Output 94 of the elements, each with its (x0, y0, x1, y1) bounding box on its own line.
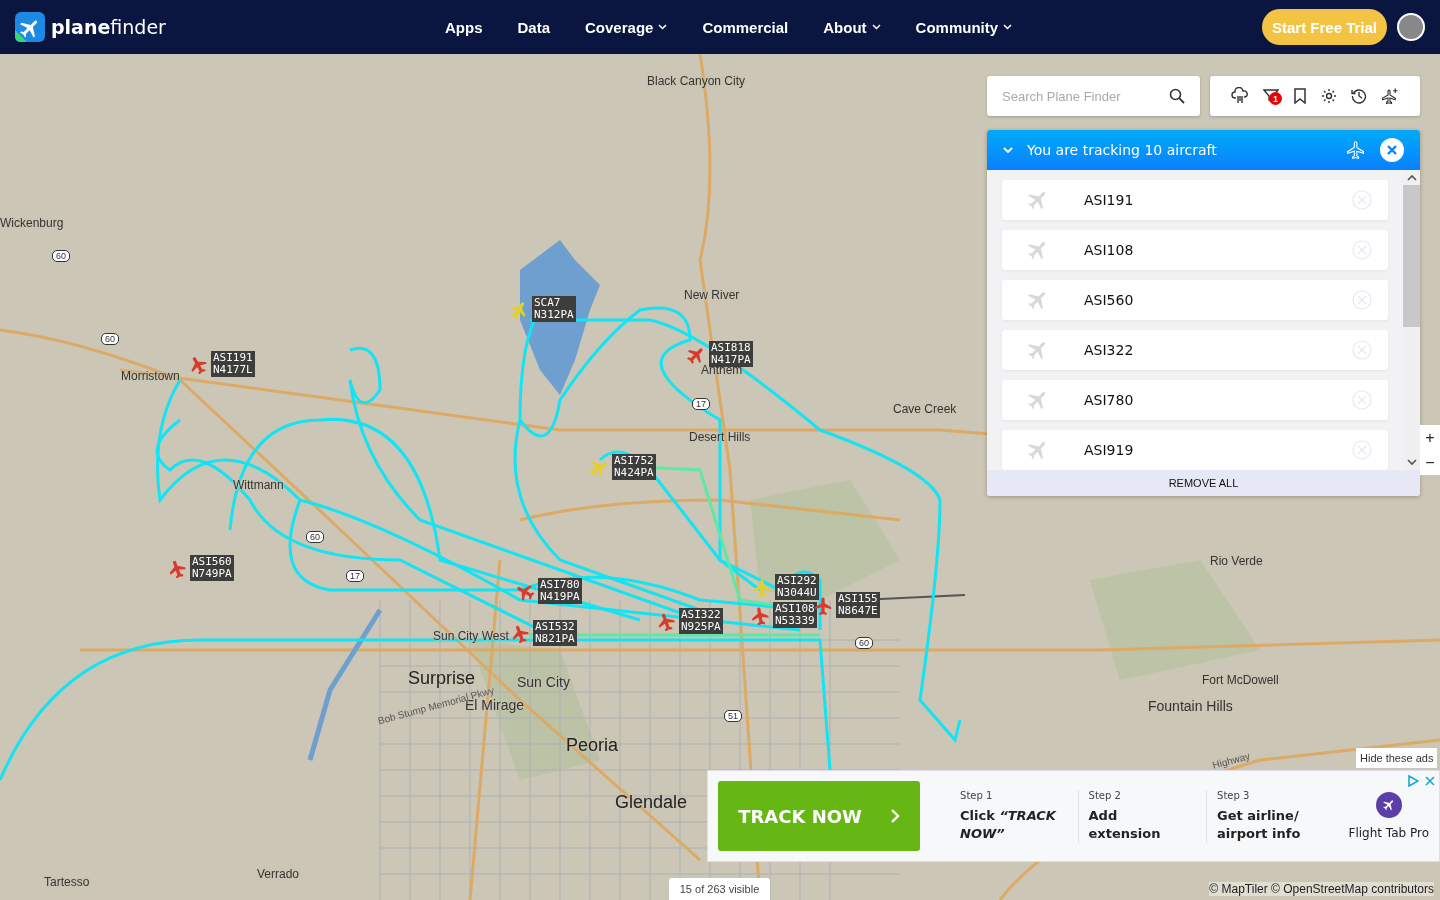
aircraft-callsign: ASI108 (1084, 242, 1135, 258)
close-icon[interactable] (1425, 776, 1435, 786)
aircraft-label[interactable]: ASI155 N8647E (836, 592, 880, 618)
place-label: Verrado (257, 867, 300, 881)
scrollbar[interactable] (1403, 170, 1420, 470)
airplane-plus-icon[interactable] (1381, 87, 1399, 105)
ad-choices-icon[interactable] (1407, 775, 1419, 787)
place-label: Cave Creek (893, 402, 957, 416)
aircraft-label[interactable]: ASI752 N424PA (612, 454, 656, 480)
route-shield: 60 (101, 333, 119, 345)
tracked-aircraft-row[interactable]: ASI919 (1002, 430, 1388, 470)
airplane-icon[interactable] (814, 597, 832, 615)
step-label: Step 2 (1088, 789, 1122, 801)
search-icon[interactable] (1169, 88, 1185, 104)
settings-icon[interactable] (1321, 88, 1337, 104)
place-label: Morristown (121, 369, 180, 383)
avatar-icon[interactable] (1397, 13, 1425, 41)
step-label: Step 3 (1217, 789, 1251, 801)
step-label: Step 1 (960, 789, 994, 801)
tracked-aircraft-row[interactable]: ASI780 (1002, 380, 1388, 420)
route-shield: 60 (306, 531, 324, 543)
close-button[interactable] (1380, 138, 1404, 162)
route-shield: 17 (346, 570, 364, 582)
airplane-icon[interactable] (511, 625, 529, 643)
place-label: Wickenburg (0, 216, 64, 230)
place-label: Fort McDowell (1202, 673, 1279, 687)
chevron-down-icon[interactable] (1406, 459, 1417, 466)
bookmark-icon[interactable] (1293, 88, 1307, 104)
airplane-icon[interactable] (657, 613, 675, 631)
place-label: Peoria (566, 735, 619, 756)
map-attribution: © MapTiler © OpenStreetMap contributors (1209, 882, 1434, 896)
aircraft-label[interactable]: ASI560 N749PA (190, 555, 234, 581)
chevron-down-icon (1003, 24, 1013, 30)
aircraft-label[interactable]: ASI108 N53339 (773, 602, 817, 628)
tracked-aircraft-row[interactable]: ASI191 (1002, 180, 1388, 220)
nav-link[interactable]: Coverage (585, 18, 668, 36)
zoom-out-button[interactable]: − (1420, 450, 1440, 475)
aircraft-label[interactable]: ASI532 N821PA (533, 620, 577, 646)
route-shield: 60 (855, 637, 873, 649)
hide-ads-link[interactable]: Hide these ads (1356, 748, 1438, 768)
place-label: Black Canyon City (647, 74, 746, 88)
aircraft-callsign: ASI191 (1084, 192, 1135, 208)
place-label: Sun City (517, 674, 570, 690)
tracked-aircraft-row[interactable]: ASI560 (1002, 280, 1388, 320)
aircraft-label[interactable]: ASI780 N419PA (538, 578, 582, 604)
nav-link[interactable]: About (823, 18, 881, 36)
chevron-down-icon (658, 24, 668, 30)
history-icon[interactable] (1351, 88, 1367, 104)
place-label: Surprise (408, 668, 476, 688)
aircraft-callsign: ASI560 (1084, 292, 1135, 308)
airplane-logo-icon (1375, 792, 1402, 818)
chevron-down-icon (871, 24, 881, 30)
place-label: New River (684, 288, 740, 302)
chevron-up-icon[interactable] (1406, 174, 1417, 181)
chevron-right-icon (889, 808, 900, 824)
panel-title: You are tracking 10 aircraft (1027, 142, 1218, 158)
search-field[interactable]: Search Plane Finder (987, 76, 1200, 116)
aircraft-label[interactable]: ASI292 N3044U (775, 574, 819, 600)
nav-link[interactable]: Community (915, 18, 1013, 36)
filter-icon[interactable] (1263, 88, 1279, 104)
product-name: Flight Tab Pro (1348, 826, 1429, 840)
visible-count: 15 of 263 visible (669, 878, 770, 900)
aircraft-label[interactable]: SCA7 N312PA (532, 296, 576, 322)
airplane-icon[interactable] (516, 583, 534, 601)
step-text: Get airline/ airport info (1217, 806, 1302, 843)
place-label: Rio Verde (1210, 554, 1263, 568)
cloud-rain-icon[interactable] (1231, 87, 1249, 105)
tracked-aircraft-row[interactable]: ASI322 (1002, 330, 1388, 370)
aircraft-label[interactable]: ASI191 N4177L (211, 351, 255, 377)
remove-all-button[interactable]: REMOVE ALL (987, 470, 1420, 496)
nav-link[interactable]: Commercial (702, 18, 789, 36)
aircraft-callsign: ASI780 (1084, 392, 1135, 408)
aircraft-callsign: ASI919 (1084, 442, 1135, 458)
zoom-in-button[interactable]: + (1420, 425, 1440, 450)
aircraft-callsign: ASI322 (1084, 342, 1135, 358)
nav-link[interactable]: Apps (445, 18, 483, 36)
tracked-aircraft-row[interactable]: ASI108 (1002, 230, 1388, 270)
notification-badge: 1 (1269, 92, 1282, 105)
route-shield: 60 (52, 250, 70, 262)
airplane-icon[interactable] (1346, 140, 1366, 160)
step-text: Click “TRACK NOW” (960, 806, 1058, 843)
place-label: Glendale (615, 792, 688, 813)
logo-text[interactable]: planefinder (51, 16, 166, 38)
route-shield: 51 (724, 710, 742, 722)
logo-icon (15, 12, 45, 42)
aircraft-label[interactable]: ASI818 N417PA (709, 341, 753, 367)
aircraft-label[interactable]: ASI322 N925PA (679, 608, 723, 634)
place-label: Highway (1211, 750, 1252, 771)
step-text: Add extension (1088, 806, 1162, 843)
place-label: Fountain Hills (1148, 698, 1233, 714)
close-icon (1387, 145, 1397, 155)
route-shield: 17 (692, 398, 710, 410)
place-label: Tartesso (44, 875, 90, 889)
nav-link[interactable]: Data (517, 18, 550, 36)
